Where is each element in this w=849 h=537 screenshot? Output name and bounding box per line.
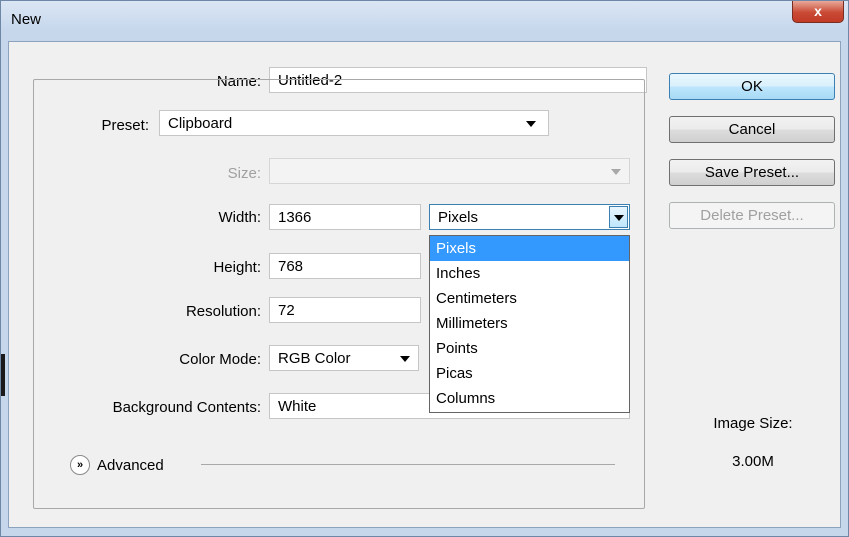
chevron-down-icon (614, 215, 624, 221)
unit-option-inches[interactable]: Inches (430, 261, 629, 286)
color-mode-label: Color Mode: (179, 351, 261, 368)
advanced-divider (201, 464, 615, 465)
unit-option-millimeters[interactable]: Millimeters (430, 311, 629, 336)
window-title: New (11, 11, 42, 28)
cancel-button[interactable]: Cancel (669, 116, 835, 143)
color-mode-value: RGB Color (278, 350, 351, 367)
size-select (269, 158, 630, 184)
background-contents-label: Background Contents: (112, 399, 261, 416)
preset-label: Preset: (61, 117, 153, 134)
height-input[interactable]: 768 (269, 253, 421, 279)
height-label: Height: (213, 259, 261, 276)
unit-option-pixels[interactable]: Pixels (430, 236, 629, 261)
advanced-label[interactable]: Advanced (97, 457, 164, 474)
preset-select[interactable]: Clipboard (159, 110, 549, 136)
width-unit-select[interactable]: Pixels (429, 204, 630, 230)
unit-option-points[interactable]: Points (430, 336, 629, 361)
save-preset-button[interactable]: Save Preset... (669, 159, 835, 186)
width-unit-dropdown-button[interactable] (609, 206, 628, 228)
chevron-down-icon (400, 356, 410, 362)
resolution-input[interactable]: 72 (269, 297, 421, 323)
width-input[interactable]: 1366 (269, 204, 421, 230)
background-contents-value: White (278, 398, 317, 415)
ok-button[interactable]: OK (669, 73, 835, 100)
width-label: Width: (218, 209, 261, 226)
resolution-label: Resolution: (185, 303, 261, 320)
close-button[interactable]: x (792, 1, 844, 23)
width-unit-value: Pixels (438, 209, 479, 226)
delete-preset-button[interactable]: Delete Preset... (669, 202, 835, 229)
image-size-label: Image Size: (713, 415, 793, 432)
chevron-down-icon (611, 169, 621, 175)
color-mode-select[interactable]: RGB Color (269, 345, 419, 371)
unit-dropdown-list[interactable]: Pixels Inches Centimeters Millimeters Po… (429, 235, 630, 413)
image-size-value: 3.00M (732, 453, 774, 470)
expand-chevrons-icon[interactable]: » (70, 455, 90, 475)
window-edge-shadow (1, 354, 5, 396)
unit-option-centimeters[interactable]: Centimeters (430, 286, 629, 311)
chevron-down-icon (526, 121, 536, 127)
close-icon: x (814, 3, 822, 19)
unit-option-picas[interactable]: Picas (430, 361, 629, 386)
size-label: Size: (227, 165, 261, 182)
preset-value: Clipboard (168, 115, 233, 132)
new-document-dialog: New x Name: Untitled-2 Preset: Clipboard… (0, 0, 849, 537)
unit-option-columns[interactable]: Columns (430, 386, 629, 411)
title-bar[interactable]: New x (1, 1, 849, 41)
